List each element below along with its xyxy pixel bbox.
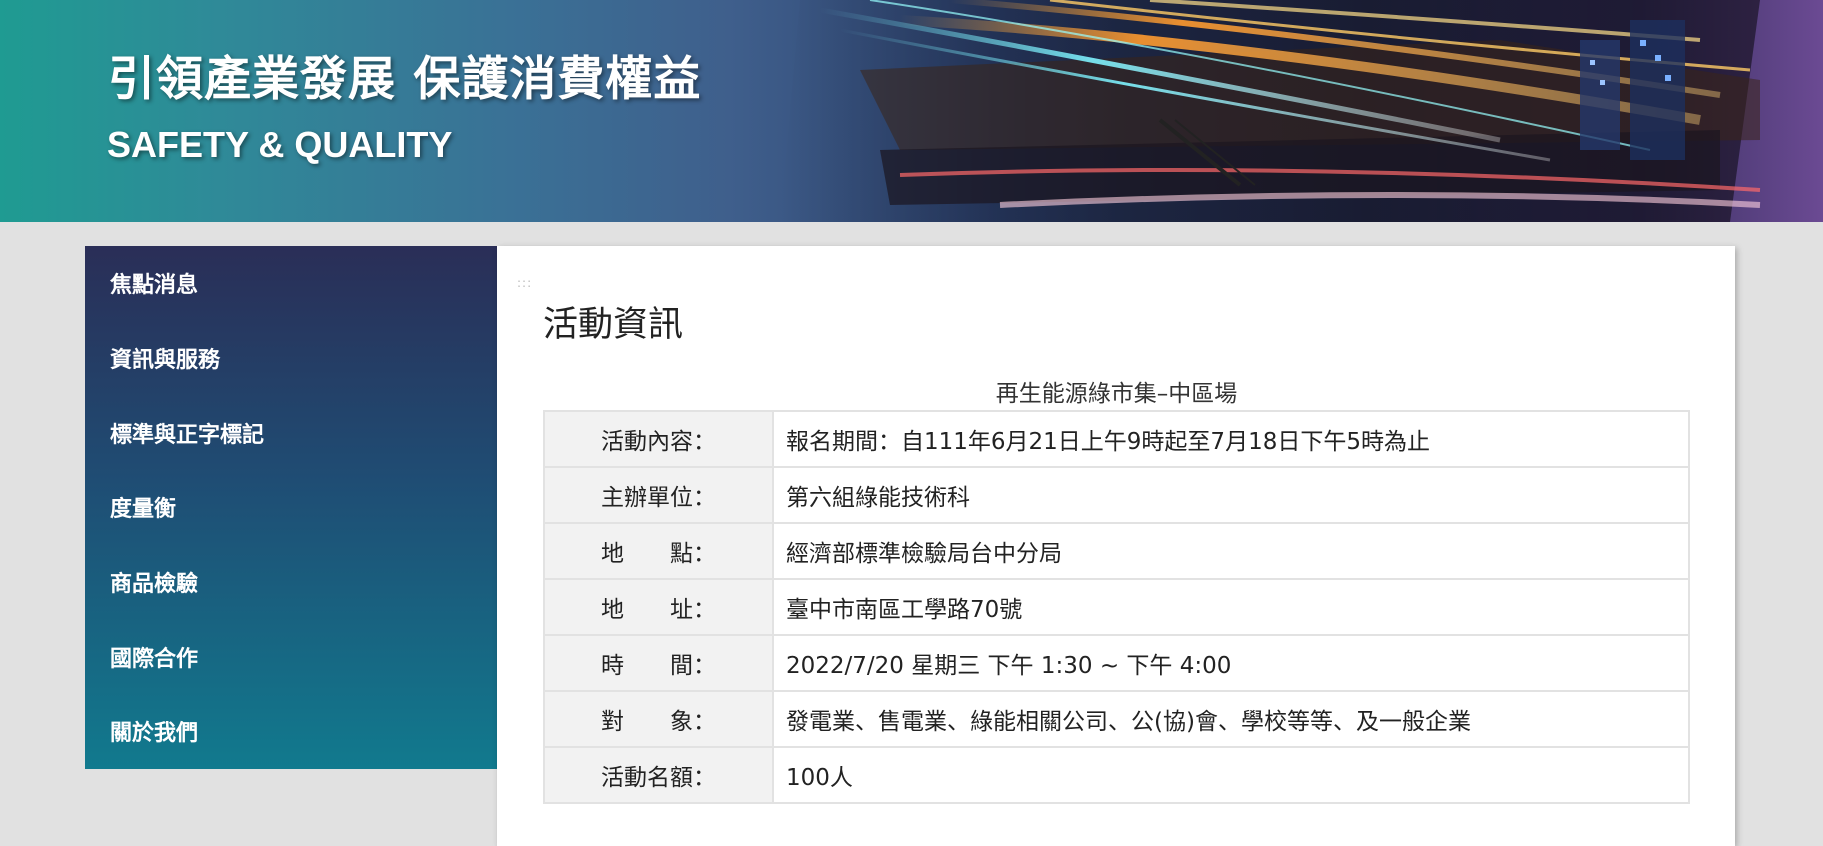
row-value: 第六組綠能技術科	[772, 466, 1690, 524]
sidebar-nav: 焦點消息 資訊與服務 標準與正字標記 度量衡 商品檢驗 國際合作 關於我們	[85, 246, 497, 769]
sidebar-item-international[interactable]: 國際合作	[85, 619, 497, 694]
table-row: 地 址： 臺中市南區工學路70號	[543, 578, 1690, 636]
row-label: 主辦單位：	[543, 466, 774, 524]
table-row: 時 間： 2022/7/20 星期三 下午 1:30 ~ 下午 4:00	[543, 634, 1690, 692]
event-caption: 再生能源綠市集–中區場	[995, 381, 1238, 407]
banner-title: 引領產業發展 保護消費權益	[108, 52, 702, 107]
row-value: 2022/7/20 星期三 下午 1:30 ~ 下午 4:00	[772, 634, 1690, 692]
row-label: 活動名額：	[543, 746, 774, 804]
sidebar-item-focus-news[interactable]: 焦點消息	[85, 246, 497, 321]
table-row: 活動名額： 100人	[543, 746, 1690, 804]
banner-subtitle: SAFETY & QUALITY	[107, 124, 453, 165]
header-banner: 引領產業發展 保護消費權益 SAFETY & QUALITY	[0, 0, 1823, 222]
accesskey-anchor[interactable]: :::	[517, 276, 532, 290]
table-row: 活動內容： 報名期間：自111年6月21日上午9時起至7月18日下午5時為止	[543, 410, 1690, 468]
sidebar-item-info-services[interactable]: 資訊與服務	[85, 321, 497, 396]
page-title: 活動資訊	[543, 305, 684, 345]
sidebar-item-metrology[interactable]: 度量衡	[85, 470, 497, 545]
row-value: 臺中市南區工學路70號	[772, 578, 1690, 636]
row-label: 地 點：	[543, 522, 774, 580]
banner-city-image	[780, 0, 1761, 222]
row-value: 經濟部標準檢驗局台中分局	[772, 522, 1690, 580]
row-label: 時 間：	[543, 634, 774, 692]
row-value: 報名期間：自111年6月21日上午9時起至7月18日下午5時為止	[772, 410, 1690, 468]
event-info-table: 活動內容： 報名期間：自111年6月21日上午9時起至7月18日下午5時為止 主…	[543, 410, 1690, 804]
row-label: 地 址：	[543, 578, 774, 636]
table-row: 地 點： 經濟部標準檢驗局台中分局	[543, 522, 1690, 580]
table-row: 主辦單位： 第六組綠能技術科	[543, 466, 1690, 524]
content-card: ::: 活動資訊 再生能源綠市集–中區場 活動內容： 報名期間：自111年6月2…	[497, 246, 1735, 846]
sidebar-item-inspection[interactable]: 商品檢驗	[85, 545, 497, 620]
row-value: 100人	[772, 746, 1690, 804]
row-value: 發電業、售電業、綠能相關公司、公(協)會、學校等等、及一般企業	[772, 690, 1690, 748]
sidebar-item-standards[interactable]: 標準與正字標記	[85, 395, 497, 470]
row-label: 對 象：	[543, 690, 774, 748]
sidebar-item-about[interactable]: 關於我們	[85, 694, 497, 769]
table-row: 對 象： 發電業、售電業、綠能相關公司、公(協)會、學校等等、及一般企業	[543, 690, 1690, 748]
row-label: 活動內容：	[543, 410, 774, 468]
